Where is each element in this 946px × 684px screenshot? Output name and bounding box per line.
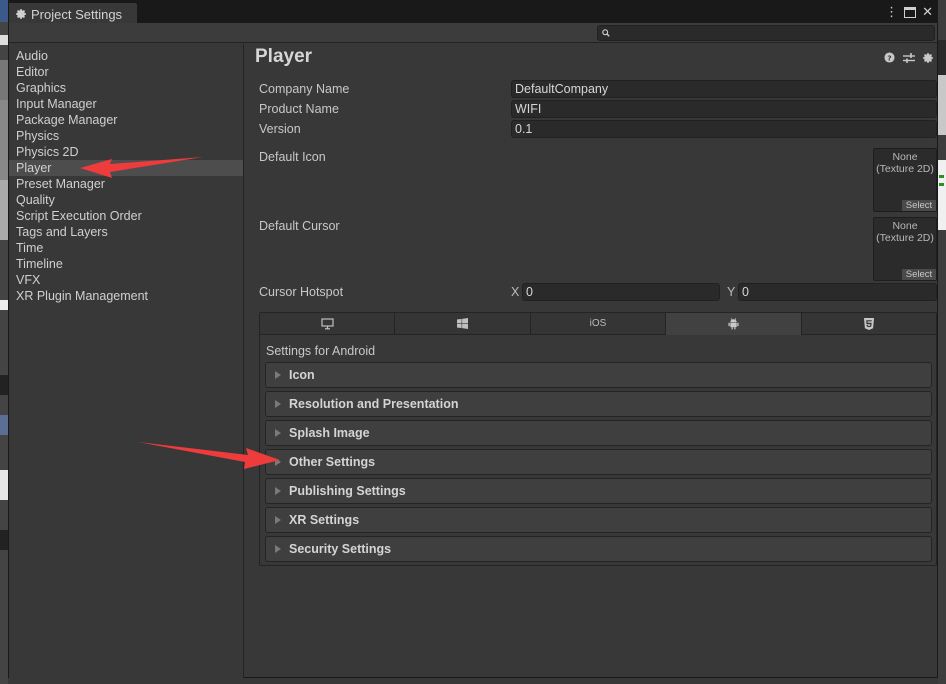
player-settings-panel: Player ? Company Name DefaultCompany Pro…	[245, 44, 938, 678]
hotspot-x-input[interactable]: 0	[522, 283, 720, 301]
default-icon-value: None	[892, 151, 918, 163]
default-cursor-value: None	[892, 220, 918, 232]
toolbar	[9, 23, 937, 43]
sidebar-item-tags-and-layers[interactable]: Tags and Layers	[9, 224, 243, 240]
section-label: Other Settings	[289, 455, 376, 469]
expand-arrow-icon	[275, 429, 281, 437]
expand-arrow-icon	[275, 371, 281, 379]
product-name-row: Product Name WIFI	[259, 100, 937, 118]
section-other-settings[interactable]: Other Settings	[265, 449, 932, 475]
search-field[interactable]	[597, 25, 935, 41]
svg-text:?: ?	[887, 53, 891, 62]
android-icon	[728, 318, 739, 330]
sidebar-item-editor[interactable]: Editor	[9, 64, 243, 80]
sidebar-item-package-manager[interactable]: Package Manager	[9, 112, 243, 128]
section-label: Security Settings	[289, 542, 392, 556]
sidebar-item-preset-manager[interactable]: Preset Manager	[9, 176, 243, 192]
gear-icon	[16, 9, 26, 19]
expand-arrow-icon	[275, 545, 281, 553]
search-icon	[602, 29, 610, 37]
default-cursor-type: (Texture 2D)	[876, 232, 934, 244]
version-label: Version	[259, 122, 301, 136]
tab-webgl[interactable]	[801, 313, 937, 335]
section-label: Publishing Settings	[289, 484, 406, 498]
section-label: Resolution and Presentation	[289, 397, 459, 411]
sidebar-item-timeline[interactable]: Timeline	[9, 256, 243, 272]
section-label: XR Settings	[289, 513, 360, 527]
sidebar-item-graphics[interactable]: Graphics	[9, 80, 243, 96]
settings-sidebar: Audio Editor Graphics Input Manager Package …	[9, 44, 244, 678]
maximize-icon[interactable]	[904, 6, 917, 18]
sidebar-item-quality[interactable]: Quality	[9, 192, 243, 208]
page-title: Player	[255, 46, 313, 67]
section-splash-image[interactable]: Splash Image	[265, 420, 932, 446]
search-input[interactable]	[614, 27, 934, 39]
default-icon-label: Default Icon	[259, 150, 326, 164]
default-cursor-field[interactable]: None (Texture 2D) Select	[873, 217, 937, 281]
settings-for-label: Settings for Android	[266, 344, 376, 358]
section-label: Icon	[289, 368, 315, 382]
more-options-icon[interactable]: ⋮	[885, 4, 898, 20]
sidebar-item-physics[interactable]: Physics	[9, 128, 243, 144]
sidebar-item-vfx[interactable]: VFX	[9, 272, 243, 288]
section-resolution-and-presentation[interactable]: Resolution and Presentation	[265, 391, 932, 417]
section-publishing-settings[interactable]: Publishing Settings	[265, 478, 932, 504]
product-name-input[interactable]: WIFI	[511, 100, 937, 118]
sidebar-item-time[interactable]: Time	[9, 240, 243, 256]
title-bar: Project Settings ⋮ ✕	[9, 1, 937, 25]
background-editor-left	[0, 0, 8, 684]
tab-standalone[interactable]	[260, 313, 396, 335]
version-input[interactable]: 0.1	[511, 120, 937, 138]
monitor-icon	[321, 317, 334, 329]
sidebar-item-physics-2d[interactable]: Physics 2D	[9, 144, 243, 160]
window-tab[interactable]: Project Settings	[9, 3, 137, 25]
expand-arrow-icon	[275, 400, 281, 408]
company-name-label: Company Name	[259, 82, 350, 96]
product-name-label: Product Name	[259, 102, 339, 116]
project-settings-window: Project Settings ⋮ ✕ Audio Editor Graphics…	[8, 0, 938, 678]
default-cursor-select-button[interactable]: Select	[902, 269, 936, 280]
company-name-input[interactable]: DefaultCompany	[511, 80, 937, 98]
hotspot-y-input[interactable]: 0	[738, 283, 937, 301]
default-icon-select-button[interactable]: Select	[902, 200, 936, 211]
sidebar-item-input-manager[interactable]: Input Manager	[9, 96, 243, 112]
section-security-settings[interactable]: Security Settings	[265, 536, 932, 562]
expand-arrow-icon	[275, 487, 281, 495]
tab-ios[interactable]: iOS	[530, 313, 667, 335]
default-icon-type: (Texture 2D)	[876, 163, 934, 175]
section-xr-settings[interactable]: XR Settings	[265, 507, 932, 533]
tab-windows[interactable]	[395, 313, 531, 335]
windows-icon	[457, 318, 469, 329]
sidebar-item-player[interactable]: Player	[9, 160, 243, 176]
section-icon[interactable]: Icon	[265, 362, 932, 388]
hotspot-x-label: X	[511, 285, 520, 299]
version-row: Version 0.1	[259, 120, 937, 138]
default-cursor-label: Default Cursor	[259, 219, 340, 233]
sidebar-item-xr-plugin-management[interactable]: XR Plugin Management	[9, 288, 243, 304]
html5-icon	[863, 317, 874, 330]
expand-arrow-icon	[275, 516, 281, 524]
settings-gear-icon[interactable]	[921, 51, 934, 64]
tab-android[interactable]	[666, 313, 802, 335]
sidebar-item-audio[interactable]: Audio	[9, 48, 243, 64]
help-icon[interactable]: ?	[883, 51, 896, 64]
section-label: Splash Image	[289, 426, 370, 440]
hotspot-y-label: Y	[727, 285, 736, 299]
default-icon-field[interactable]: None (Texture 2D) Select	[873, 148, 937, 212]
cursor-hotspot-label: Cursor Hotspot	[259, 285, 344, 299]
sidebar-item-script-execution-order[interactable]: Script Execution Order	[9, 208, 243, 224]
platform-settings-box: iOS Settings for Android Icon Resolution …	[259, 312, 937, 566]
close-icon[interactable]: ✕	[922, 4, 933, 20]
background-editor-right	[938, 0, 946, 684]
company-name-row: Company Name DefaultCompany	[259, 80, 937, 98]
presets-icon[interactable]	[902, 51, 915, 64]
window-title: Project Settings	[31, 6, 123, 22]
expand-arrow-icon	[275, 458, 281, 466]
platform-tabs: iOS	[260, 313, 937, 335]
